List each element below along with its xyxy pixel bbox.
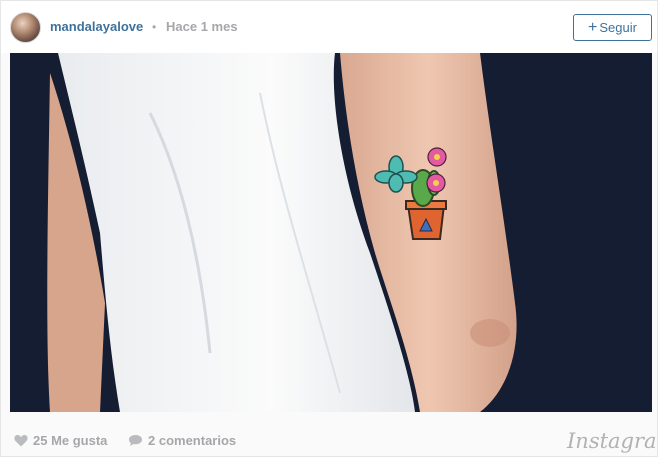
photo-illustration: [10, 53, 652, 412]
comment-bubble-icon[interactable]: [128, 434, 143, 447]
post-timestamp[interactable]: Hace 1 mes: [166, 19, 238, 35]
plus-icon: +: [588, 19, 598, 36]
heart-icon[interactable]: [14, 434, 28, 447]
follow-button-label: Seguir: [599, 20, 637, 35]
instagram-wordmark[interactable]: Instagram: [567, 427, 658, 455]
likes-count[interactable]: 25 Me gusta: [33, 433, 107, 449]
post-footer: 25 Me gusta 2 comentarios Instagram: [1, 421, 658, 457]
follow-button[interactable]: + Seguir: [573, 14, 652, 41]
post-photo[interactable]: [10, 53, 652, 412]
comments-count[interactable]: 2 comentarios: [148, 433, 236, 449]
separator-dot: •: [152, 20, 157, 34]
post-header: mandalayalove • Hace 1 mes + Seguir: [1, 1, 657, 53]
user-avatar[interactable]: [10, 12, 41, 43]
instagram-embed-card: mandalayalove • Hace 1 mes + Seguir 25 M…: [0, 0, 658, 457]
username-link[interactable]: mandalayalove: [50, 19, 143, 35]
